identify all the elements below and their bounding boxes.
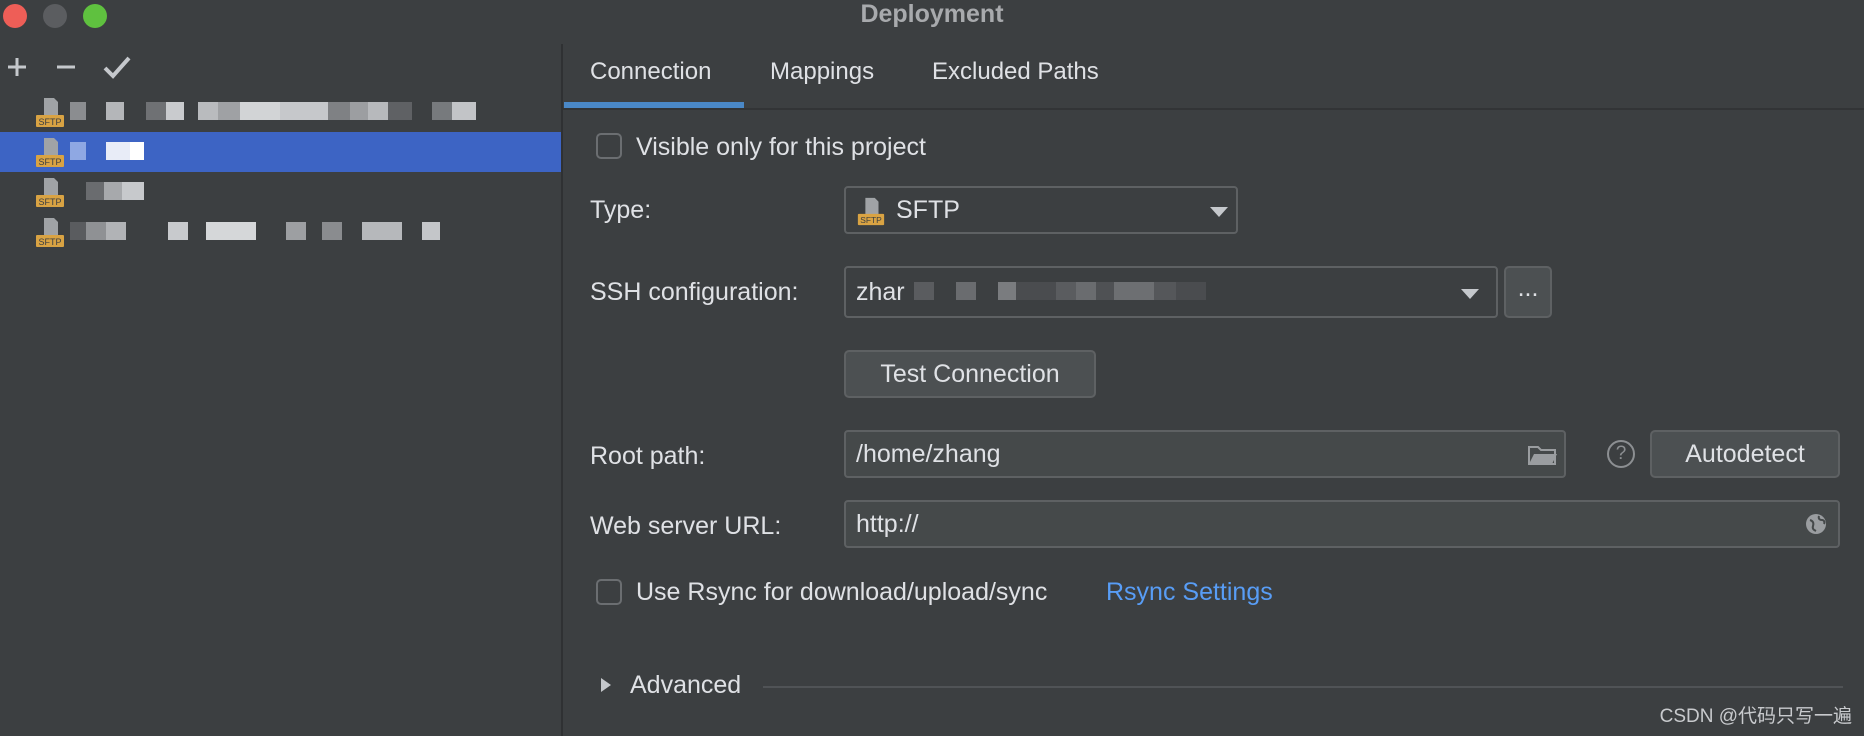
- use-rsync-checkbox[interactable]: [596, 579, 622, 605]
- settings-tabs: Connection Mappings Excluded Paths: [563, 44, 1864, 110]
- watermark: CSDN @代码只写一遍: [1659, 706, 1852, 727]
- sftp-type-icon: SFTP: [857, 197, 885, 225]
- use-rsync-label: Use Rsync for download/upload/sync: [636, 578, 1048, 606]
- ssh-config-label: SSH configuration:: [590, 278, 799, 306]
- root-path-input[interactable]: /home/zhang: [844, 430, 1566, 478]
- tab-excluded-paths[interactable]: Excluded Paths: [932, 58, 1099, 86]
- autodetect-button[interactable]: Autodetect: [1650, 430, 1840, 478]
- active-tab-indicator: [564, 102, 744, 108]
- check-icon[interactable]: [100, 50, 134, 84]
- web-server-url-value: http://: [856, 510, 919, 538]
- rsync-settings-link[interactable]: Rsync Settings: [1106, 578, 1273, 607]
- redacted-server-name: [86, 182, 144, 200]
- sftp-server-icon: SFTP: [36, 218, 64, 247]
- tab-connection[interactable]: Connection: [590, 58, 711, 86]
- chevron-down-icon: [1461, 289, 1479, 299]
- web-server-url-input[interactable]: http://: [844, 500, 1840, 548]
- tree-item-selected[interactable]: SFTP: [0, 132, 561, 172]
- advanced-separator: [763, 686, 1843, 688]
- tree-item[interactable]: SFTP: [0, 212, 561, 252]
- web-server-url-label: Web server URL:: [590, 512, 782, 540]
- chevron-right-icon[interactable]: [600, 677, 612, 693]
- svg-text:SFTP: SFTP: [38, 197, 61, 207]
- tab-mappings[interactable]: Mappings: [770, 58, 874, 86]
- type-select[interactable]: SFTP SFTP: [844, 186, 1238, 234]
- redacted-ssh-config: [914, 282, 1206, 300]
- folder-icon[interactable]: [1528, 444, 1558, 466]
- sftp-server-icon: SFTP: [36, 138, 64, 167]
- ssh-config-select[interactable]: zhar: [844, 266, 1498, 318]
- svg-text:SFTP: SFTP: [860, 215, 882, 225]
- globe-icon[interactable]: [1804, 512, 1828, 536]
- root-path-value: /home/zhang: [856, 440, 1001, 468]
- chevron-down-icon: [1210, 207, 1228, 217]
- plus-icon[interactable]: [0, 50, 34, 84]
- redacted-server-name: [70, 142, 144, 160]
- connection-settings-pane: Connection Mappings Excluded Paths Visib…: [563, 44, 1864, 736]
- test-connection-button[interactable]: Test Connection: [844, 350, 1096, 398]
- server-list-toolbar: [0, 50, 561, 90]
- ssh-config-more-button[interactable]: ...: [1504, 266, 1552, 318]
- server-list-pane: SFTP SFTP SFTP SFTP: [0, 40, 561, 736]
- visible-only-label: Visible only for this project: [636, 133, 926, 161]
- ssh-config-value: zhar: [856, 278, 905, 306]
- help-icon[interactable]: ?: [1607, 440, 1635, 468]
- redacted-server-name: [70, 222, 440, 240]
- svg-text:SFTP: SFTP: [38, 237, 61, 247]
- type-value: SFTP: [896, 196, 960, 224]
- server-tree: SFTP SFTP SFTP SFTP: [0, 92, 561, 252]
- tree-item[interactable]: SFTP: [0, 92, 561, 132]
- advanced-section-toggle[interactable]: Advanced: [630, 671, 741, 700]
- tree-item[interactable]: SFTP: [0, 172, 561, 212]
- type-label: Type:: [590, 196, 652, 224]
- sftp-server-icon: SFTP: [36, 98, 64, 127]
- sftp-server-icon: SFTP: [36, 178, 64, 207]
- redacted-server-name: [70, 102, 476, 120]
- window-title: Deployment: [860, 0, 1004, 28]
- svg-text:SFTP: SFTP: [38, 157, 61, 167]
- visible-only-checkbox[interactable]: [596, 133, 622, 159]
- title-bar: Deployment: [0, 0, 1864, 30]
- root-path-label: Root path:: [590, 442, 706, 470]
- svg-text:SFTP: SFTP: [38, 117, 61, 127]
- minus-icon[interactable]: [49, 50, 83, 84]
